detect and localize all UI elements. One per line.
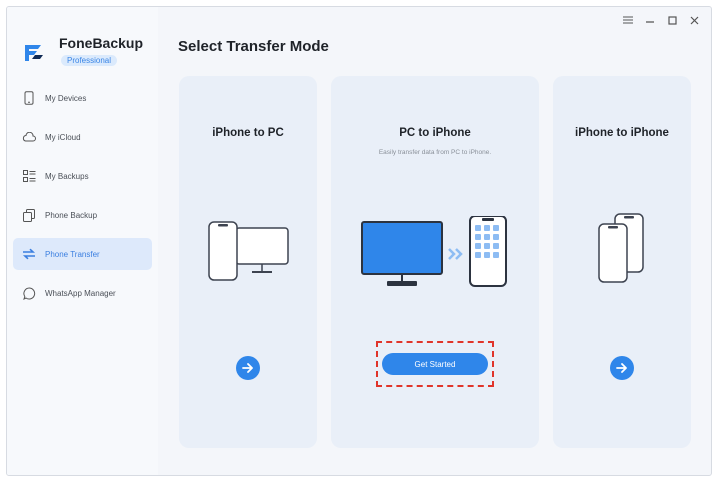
menu-icon[interactable]: [617, 13, 639, 27]
sidebar-item-label: Phone Transfer: [45, 249, 100, 259]
sidebar-item-my-backups[interactable]: My Backups: [13, 160, 152, 192]
sidebar-nav: My Devices My iCloud My Backups Phone Ba…: [13, 82, 152, 316]
get-started-highlight: Get Started: [376, 341, 494, 387]
sidebar-item-my-devices[interactable]: My Devices: [13, 82, 152, 114]
edition-badge: Professional: [61, 55, 118, 66]
sidebar-item-whatsapp-manager[interactable]: WhatsApp Manager: [13, 277, 152, 309]
card-title: iPhone to PC: [212, 127, 284, 139]
window-controls: [617, 13, 705, 27]
copy-icon: [22, 208, 36, 222]
page-title: Select Transfer Mode: [178, 38, 329, 55]
sidebar-item-label: Phone Backup: [45, 210, 98, 220]
brand: FoneBackup Professional: [21, 35, 156, 75]
chat-icon: [22, 286, 36, 300]
close-icon[interactable]: [683, 13, 705, 27]
sidebar: FoneBackup Professional My Devices My iC…: [7, 7, 158, 475]
arrow-right-icon: [616, 363, 627, 373]
go-arrow-button[interactable]: [236, 356, 260, 380]
minimize-icon[interactable]: [639, 13, 661, 27]
fonebackup-logo-icon: [25, 45, 43, 61]
card-iphone-to-pc[interactable]: iPhone to PC: [179, 76, 317, 448]
app-name: FoneBackup: [59, 35, 144, 51]
get-started-button[interactable]: Get Started: [382, 353, 488, 375]
sidebar-item-label: My iCloud: [45, 132, 81, 142]
pc-to-iphone-illustration: [361, 216, 507, 287]
sidebar-item-label: My Devices: [45, 93, 87, 103]
sidebar-item-label: My Backups: [45, 171, 89, 181]
app-window: FoneBackup Professional My Devices My iC…: [6, 6, 712, 476]
card-title: iPhone to iPhone: [575, 127, 669, 139]
sidebar-item-label: WhatsApp Manager: [45, 288, 116, 298]
card-pc-to-iphone[interactable]: PC to iPhone Easily transfer data from P…: [331, 76, 539, 448]
card-title: PC to iPhone: [399, 127, 471, 139]
card-iphone-to-iphone[interactable]: iPhone to iPhone: [553, 76, 691, 448]
cloud-icon: [22, 130, 36, 144]
card-subtitle: Easily transfer data from PC to iPhone.: [378, 149, 492, 156]
iphone-to-pc-illustration: [208, 221, 289, 281]
phone-icon: [22, 91, 36, 105]
go-arrow-button[interactable]: [610, 356, 634, 380]
transfer-icon: [22, 247, 36, 261]
sidebar-item-my-icloud[interactable]: My iCloud: [13, 121, 152, 153]
arrow-right-icon: [242, 363, 253, 373]
maximize-icon[interactable]: [661, 13, 683, 27]
sidebar-item-phone-backup[interactable]: Phone Backup: [13, 199, 152, 231]
list-icon: [22, 169, 36, 183]
iphone-to-iphone-illustration: [598, 213, 644, 283]
sidebar-item-phone-transfer[interactable]: Phone Transfer: [13, 238, 152, 270]
